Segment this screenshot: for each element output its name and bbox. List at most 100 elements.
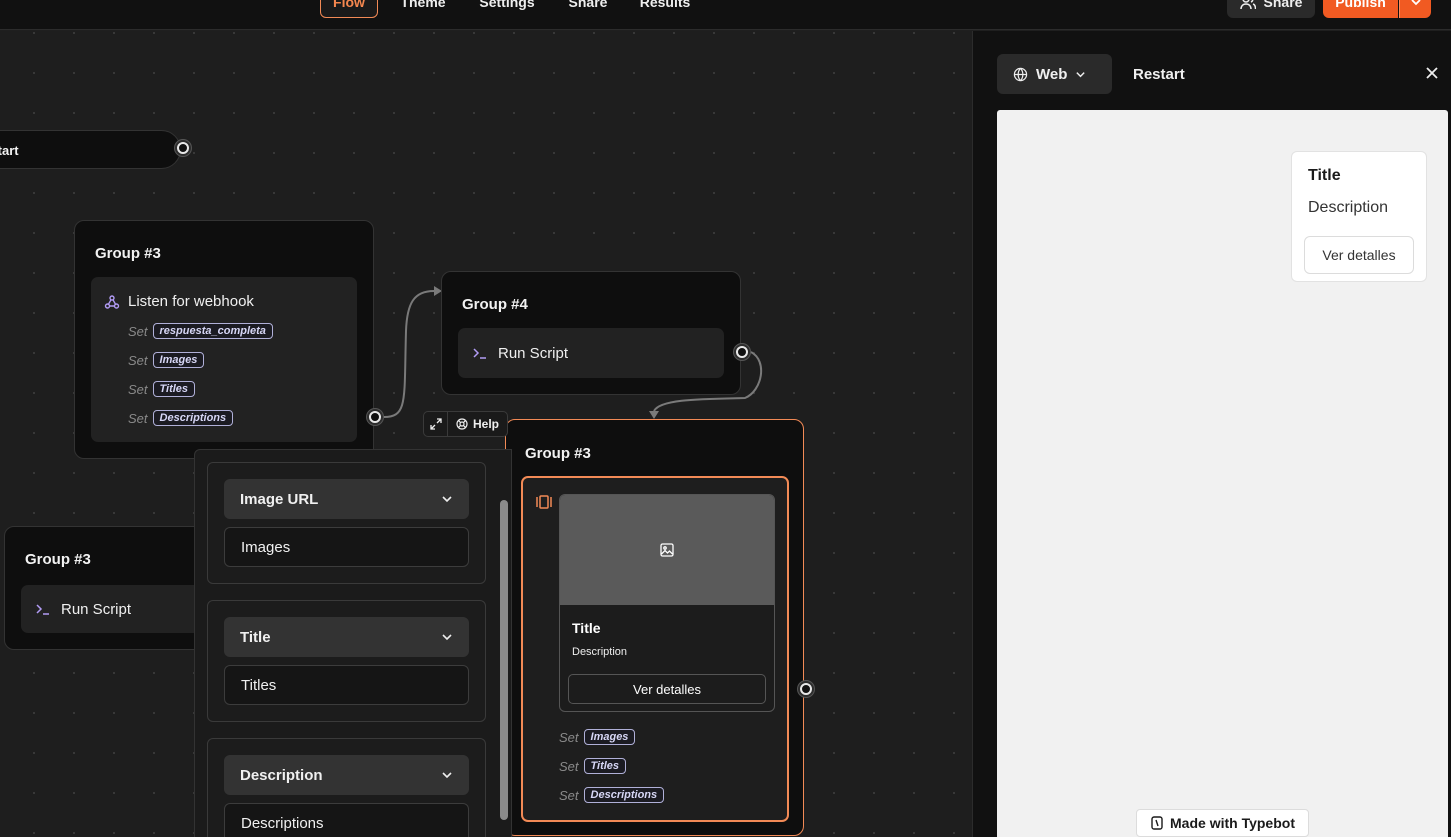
tab-share[interactable]: Share	[560, 0, 616, 18]
title-section: Title Titles	[207, 600, 486, 722]
card-button[interactable]: Ver detalles	[568, 674, 766, 704]
device-label: Web	[1036, 65, 1068, 83]
run-script-block[interactable]: Run Script	[458, 328, 724, 378]
device-select[interactable]: Web	[997, 54, 1112, 94]
carousel-settings-popover: Image URL Images Title Titles Descriptio…	[194, 449, 512, 837]
preview-card-description: Description	[1308, 199, 1389, 216]
variable-tag: Descriptions	[583, 787, 665, 803]
image-url-section: Image URL Images	[207, 462, 486, 584]
bot-preview: Title Description Ver detalles Made with…	[997, 110, 1448, 837]
description-variable-input[interactable]: Descriptions	[224, 803, 469, 837]
set-row: Set Descriptions	[128, 410, 234, 426]
set-row: Set respuesta_completa	[128, 323, 273, 339]
edge-arrow-2	[649, 411, 659, 419]
set-row: Set Images	[559, 729, 636, 745]
chevron-down-icon	[1410, 0, 1421, 6]
group-title: Group #3	[95, 245, 161, 262]
variable-tag: Images	[583, 729, 636, 745]
expand-icon	[429, 418, 442, 430]
webhook-block[interactable]: Listen for webhook Set respuesta_completa…	[91, 277, 357, 442]
chevron-down-icon	[442, 634, 452, 641]
expand-button[interactable]	[424, 412, 448, 436]
group-script-top[interactable]: Group #4 Run Script	[441, 271, 741, 395]
set-label: Set	[128, 381, 148, 397]
typebot-logo-icon	[1151, 816, 1163, 830]
preview-card-title: Title	[1308, 167, 1341, 184]
set-label: Set	[559, 758, 579, 774]
users-icon	[1239, 0, 1256, 10]
popover-scrollbar[interactable]	[500, 500, 508, 820]
variable-tag: Descriptions	[152, 410, 234, 426]
carousel-card: Title Description Ver detalles	[559, 494, 775, 712]
carousel-output-port[interactable]	[797, 680, 815, 698]
start-output-port[interactable]	[174, 139, 192, 157]
share-button[interactable]: Share	[1227, 0, 1315, 18]
publish-button-label: Publish	[1335, 0, 1386, 10]
webhook-block-label: Listen for webhook	[128, 293, 254, 310]
image-icon	[660, 543, 674, 557]
card-description: Description	[572, 646, 628, 658]
terminal-icon	[36, 604, 49, 615]
image-url-select[interactable]: Image URL	[224, 479, 469, 519]
chevron-down-icon	[442, 496, 452, 503]
chevron-down-icon	[442, 772, 452, 779]
edge-webhook-to-script	[383, 290, 435, 418]
title-select[interactable]: Title	[224, 617, 469, 657]
top-bar: Flow Theme Settings Share Results Share …	[0, 0, 1451, 30]
description-select[interactable]: Description	[224, 755, 469, 795]
run-script-label: Run Script	[498, 344, 569, 362]
variable-tag: respuesta_completa	[152, 323, 273, 339]
chevron-down-icon	[1076, 71, 1086, 77]
set-label: Set	[559, 729, 579, 745]
start-node-label: Start	[0, 143, 19, 158]
variable-tag: Titles	[583, 758, 627, 774]
publish-button[interactable]: Publish	[1323, 0, 1398, 18]
block-toolbar: Help	[423, 411, 509, 437]
group-title: Group #3	[25, 551, 91, 568]
preview-card-button[interactable]: Ver detalles	[1304, 236, 1414, 274]
tab-flow[interactable]: Flow	[320, 0, 378, 18]
share-button-label: Share	[1263, 0, 1303, 10]
made-with-typebot-badge[interactable]: Made with Typebot	[1136, 809, 1309, 837]
tab-settings[interactable]: Settings	[470, 0, 544, 18]
flow-canvas[interactable]: Start Group #3 Listen for webhook Setres…	[0, 31, 972, 837]
group-script-left[interactable]: Group #3 Run Script	[4, 526, 241, 650]
set-label: Set	[559, 787, 579, 803]
carousel-icon	[536, 495, 552, 509]
select-label: Description	[240, 766, 323, 784]
help-label: Help	[473, 417, 500, 431]
close-preview-button[interactable]	[1422, 63, 1442, 83]
variable-tag: Titles	[152, 381, 196, 397]
start-node[interactable]: Start	[0, 130, 181, 169]
webhook-output-port[interactable]	[366, 408, 384, 426]
run-script-label: Run Script	[61, 600, 132, 618]
set-label: Set	[128, 323, 148, 339]
terminal-icon	[473, 348, 486, 359]
card-title: Title	[572, 620, 601, 636]
preview-carousel-card: Title Description Ver detalles	[1291, 151, 1427, 282]
globe-icon	[1013, 67, 1028, 81]
group-title: Group #4	[462, 296, 528, 313]
preview-panel: Web Restart Title Description Ver detall…	[972, 31, 1451, 837]
card-image-placeholder	[560, 495, 774, 605]
select-label: Image URL	[240, 490, 319, 508]
group-webhook[interactable]: Group #3 Listen for webhook Set respuesta…	[74, 220, 374, 459]
script-output-port[interactable]	[733, 343, 751, 361]
group-carousel[interactable]: Group #3 Title Description Ver detalles …	[505, 419, 804, 836]
image-url-variable-input[interactable]: Images	[224, 527, 469, 567]
select-label: Title	[240, 628, 271, 646]
title-variable-input[interactable]: Titles	[224, 665, 469, 705]
carousel-block[interactable]: Title Description Ver detalles Set Images…	[521, 476, 789, 822]
set-label: Set	[128, 352, 148, 368]
help-button[interactable]: Help	[448, 417, 507, 431]
tab-results[interactable]: Results	[632, 0, 698, 18]
restart-button[interactable]: Restart	[1133, 54, 1185, 94]
description-section: Description Descriptions	[207, 738, 486, 837]
set-row: Set Titles	[559, 758, 627, 774]
help-icon	[456, 418, 468, 430]
publish-options-button[interactable]	[1399, 0, 1431, 18]
tab-theme[interactable]: Theme	[392, 0, 454, 18]
set-row: Set Descriptions	[559, 787, 665, 803]
close-icon	[1426, 67, 1438, 79]
set-row: Set Images	[128, 352, 205, 368]
